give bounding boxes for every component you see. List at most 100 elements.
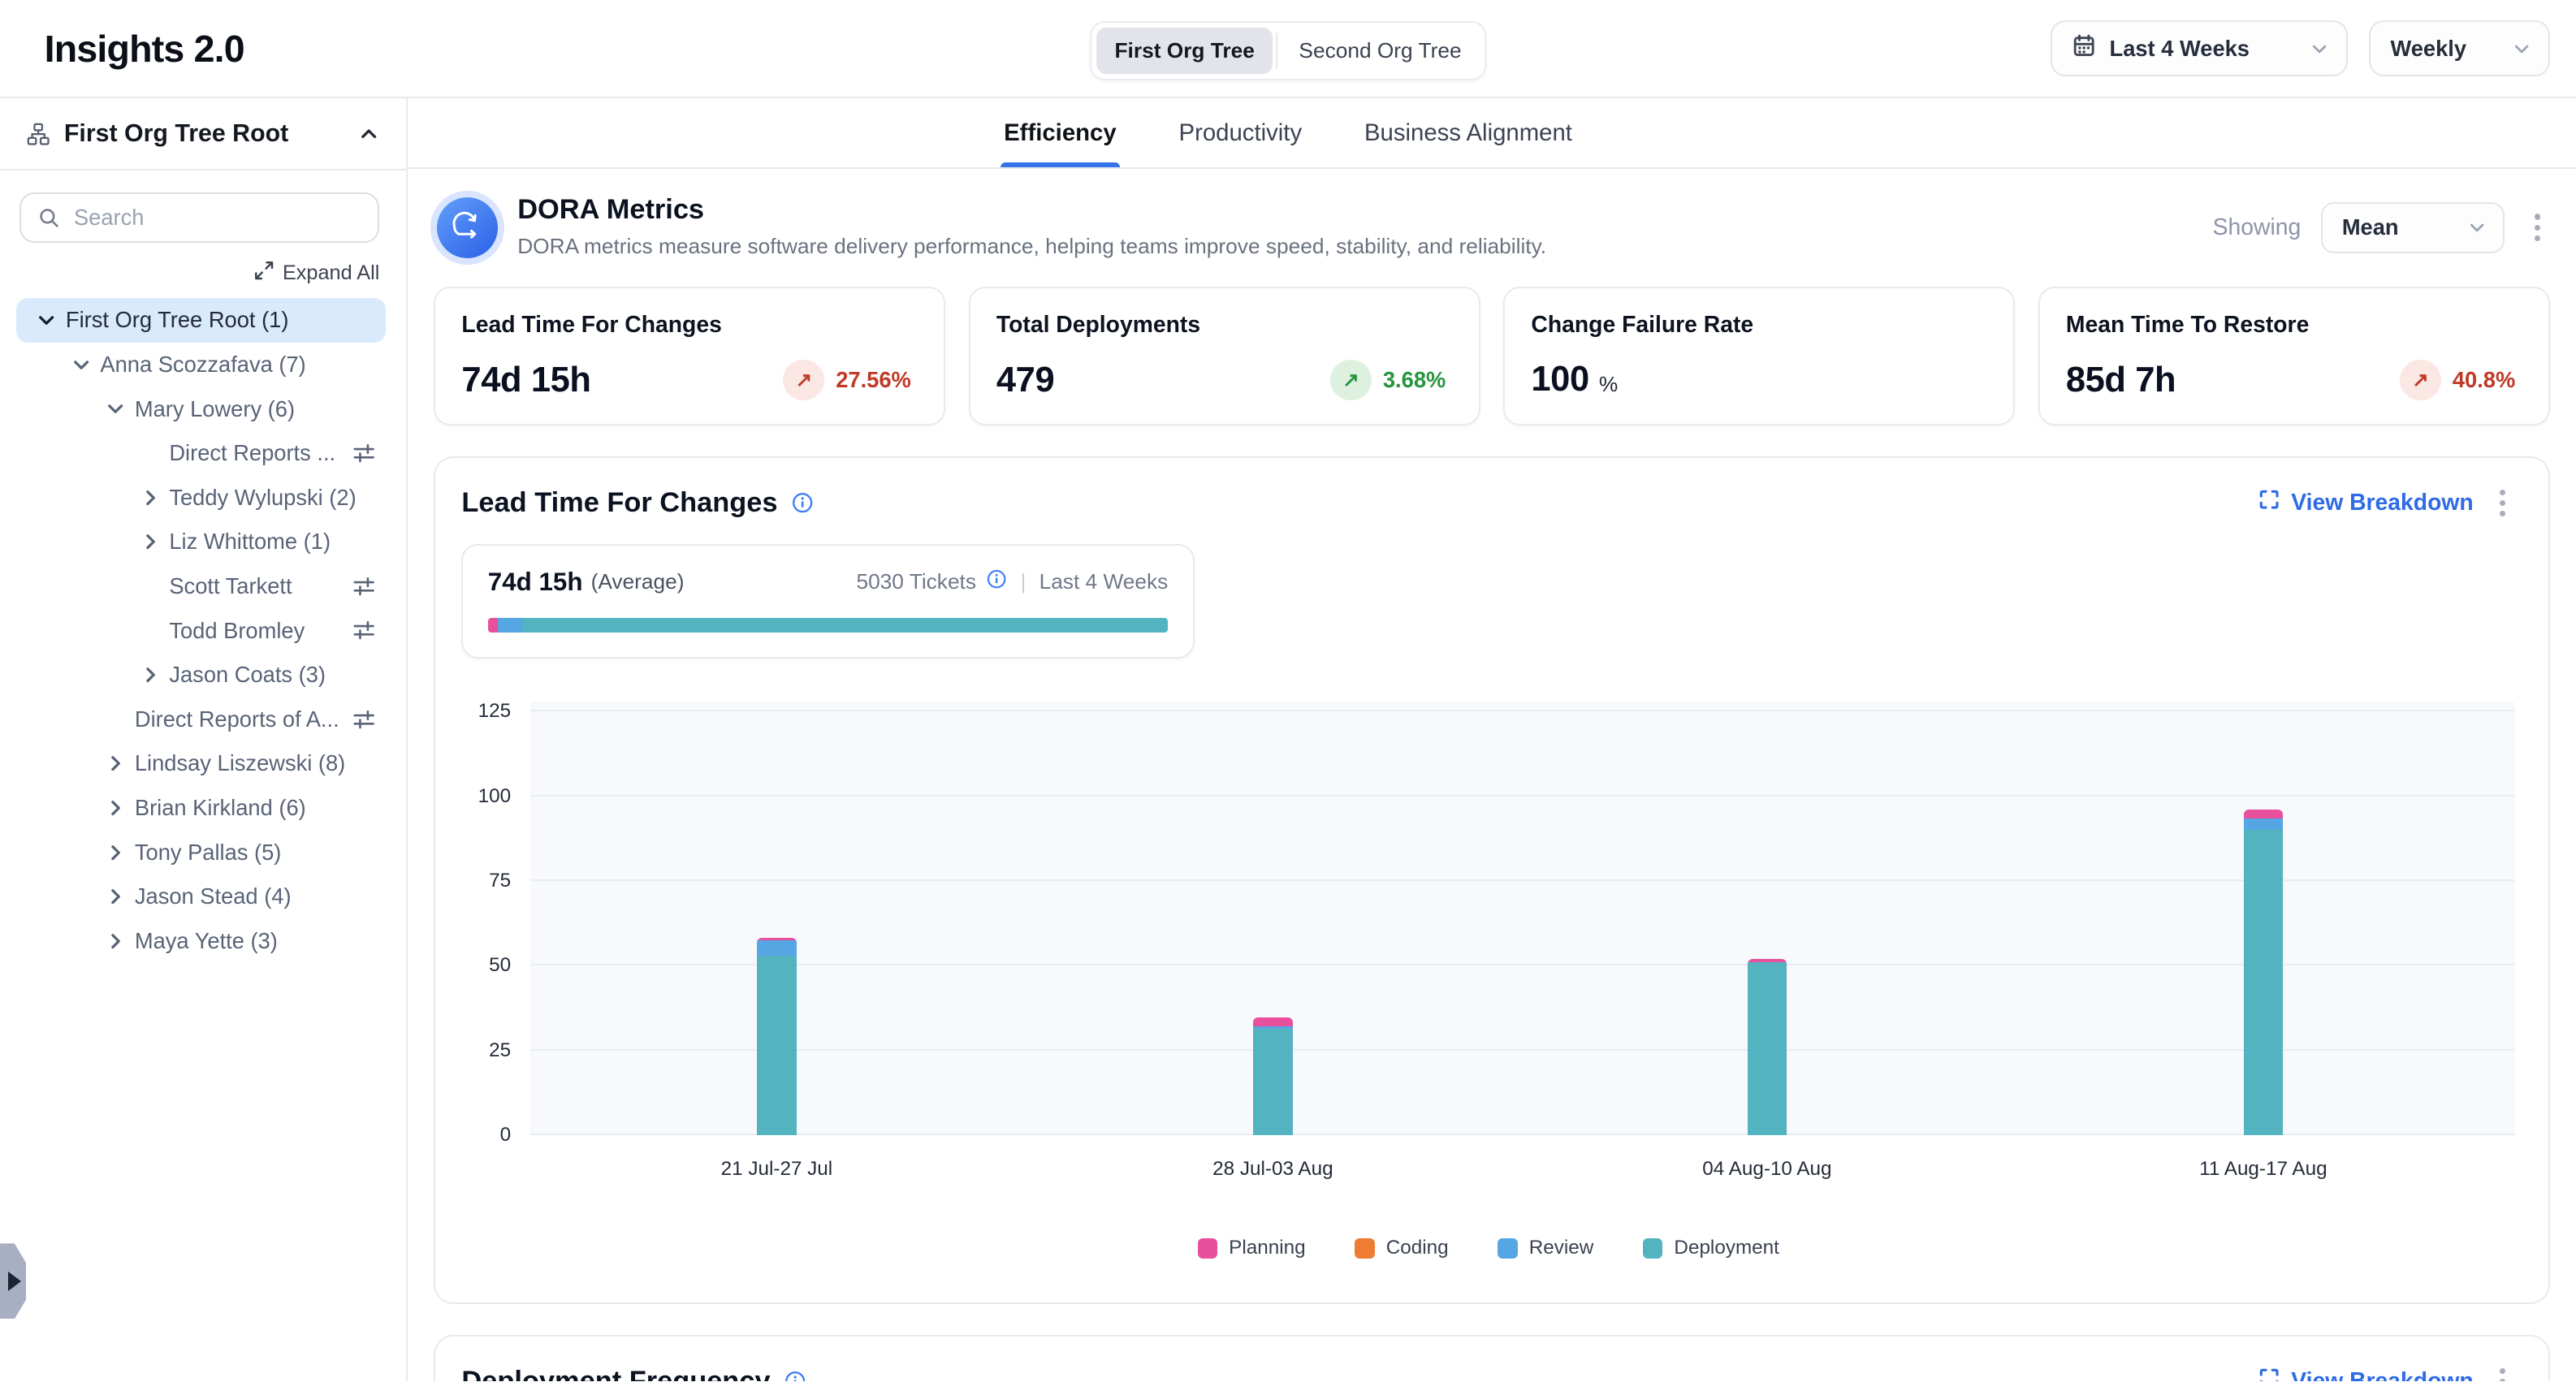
info-icon[interactable] — [784, 1370, 806, 1381]
chevron-right-icon[interactable] — [140, 531, 169, 552]
chevron-right-icon[interactable] — [140, 487, 169, 508]
progress-segment-deployment — [522, 618, 1168, 633]
org-toggle-first-org-tree[interactable]: First Org Tree — [1096, 28, 1273, 74]
caret-right-icon — [8, 1272, 21, 1291]
bar-21-jul-27-jul[interactable] — [757, 938, 797, 1135]
dora-metrics-header: DORA Metrics DORA metrics measure softwa… — [434, 194, 2550, 259]
bar-04-aug-10-aug[interactable] — [1748, 959, 1787, 1135]
bar-segment-deployment — [1748, 962, 1787, 1135]
dora-subtitle: DORA metrics measure software delivery p… — [517, 234, 1546, 259]
dora-controls: Showing Mean — [2213, 202, 2550, 253]
bar-segment-deployment — [757, 956, 797, 1135]
bar-11-aug-17-aug[interactable] — [2244, 810, 2284, 1135]
metric-value: 85d 7h — [2066, 361, 2176, 400]
chevron-down-icon[interactable] — [36, 309, 65, 330]
y-tick-label: 50 — [489, 954, 511, 977]
deployment-frequency-panel: Deployment Frequency View Breakdown — [434, 1335, 2550, 1381]
bar-segment-deployment — [2244, 830, 2284, 1135]
granularity-select[interactable]: Weekly — [2369, 20, 2550, 76]
tree-item-liz-whittome[interactable]: Liz Whittome (1) — [16, 520, 386, 564]
y-tick-label: 25 — [489, 1039, 511, 1062]
chevron-down-icon[interactable] — [71, 354, 100, 375]
lead-time-kebab-menu[interactable] — [2490, 482, 2515, 523]
metric-value: 100 — [1531, 360, 1588, 399]
tree-item-first-org-tree-root[interactable]: First Org Tree Root (1) — [16, 298, 386, 343]
metric-card-total-deployments: Total Deployments 479 ↗ 3.68% — [969, 287, 1480, 425]
tab-efficiency[interactable]: Efficiency — [1001, 98, 1120, 167]
tabs: Efficiency Productivity Business Alignment — [1001, 98, 1575, 167]
dora-kebab-menu[interactable] — [2524, 207, 2549, 248]
tree-item-tony-pallas[interactable]: Tony Pallas (5) — [16, 830, 386, 875]
bar-28-jul-03-aug[interactable] — [1253, 1017, 1293, 1135]
filter-icon[interactable] — [352, 574, 376, 598]
chevron-right-icon[interactable] — [105, 886, 134, 907]
legend-item-planning: Planning — [1198, 1237, 1306, 1259]
lead-time-chart: 0255075100125 — [461, 702, 2515, 1135]
tickets-count: 5030 Tickets — [856, 569, 976, 594]
tab-business-alignment[interactable]: Business Alignment — [1361, 98, 1575, 167]
chevron-right-icon[interactable] — [140, 664, 169, 685]
deployment-frequency-kebab-menu[interactable] — [2490, 1362, 2515, 1382]
view-breakdown-button[interactable]: View Breakdown — [2258, 1367, 2474, 1381]
legend-swatch — [1643, 1238, 1662, 1258]
x-tick-label: 11 Aug-17 Aug — [2199, 1158, 2327, 1181]
tree-item-scott-tarkett[interactable]: Scott Tarkett — [16, 564, 386, 609]
tree-item-direct-reports-of-a[interactable]: Direct Reports of A... — [16, 697, 386, 742]
tree-item-mary-lowery[interactable]: Mary Lowery (6) — [16, 387, 386, 431]
filter-icon[interactable] — [352, 707, 376, 732]
showing-select[interactable]: Mean — [2321, 202, 2505, 253]
metric-card-mean-time-to-restore: Mean Time To Restore 85d 7h ↗ 40.8% — [2038, 287, 2550, 425]
expand-all-button[interactable]: Expand All — [253, 260, 380, 287]
chevron-down-icon — [2310, 39, 2329, 58]
view-breakdown-button[interactable]: View Breakdown — [2258, 489, 2474, 516]
showing-value: Mean — [2342, 214, 2399, 240]
filter-icon[interactable] — [352, 441, 376, 465]
legend-swatch — [1498, 1238, 1517, 1258]
metric-card-change-failure-rate: Change Failure Rate 100 % — [1503, 287, 2015, 425]
expand-corners-icon — [2258, 489, 2280, 516]
chart-y-axis: 0255075100125 — [461, 702, 530, 1135]
x-tick-label: 28 Jul-03 Aug — [1212, 1158, 1333, 1181]
chart-legend: Planning Coding Review Deployment — [461, 1237, 2515, 1259]
phase-progress-bar — [488, 618, 1169, 633]
tree-item-jason-stead[interactable]: Jason Stead (4) — [16, 875, 386, 919]
x-tick-label: 21 Jul-27 Jul — [721, 1158, 833, 1181]
org-tree: First Org Tree Root (1) Anna Scozzafava … — [0, 298, 406, 963]
org-toggle-second-org-tree[interactable]: Second Org Tree — [1281, 28, 1480, 74]
chevron-right-icon[interactable] — [105, 931, 134, 952]
chevron-right-icon[interactable] — [105, 753, 134, 774]
info-icon[interactable] — [986, 568, 1007, 595]
tab-productivity[interactable]: Productivity — [1175, 98, 1305, 167]
org-chart-icon — [26, 122, 50, 146]
chevron-right-icon[interactable] — [105, 797, 134, 818]
lead-time-title: Lead Time For Changes — [461, 487, 777, 519]
tree-item-lindsay-liszewski[interactable]: Lindsay Liszewski (8) — [16, 741, 386, 786]
lead-time-summary-card: 74d 15h (Average) 5030 Tickets | Last 4 … — [461, 544, 1194, 659]
sidebar-title: First Org Tree Root — [64, 120, 288, 148]
chevron-down-icon — [2467, 218, 2487, 237]
tree-item-anna-scozzafava[interactable]: Anna Scozzafava (7) — [16, 343, 386, 387]
filter-icon[interactable] — [352, 618, 376, 642]
info-icon[interactable] — [791, 491, 814, 514]
trend-badge: ↗ 3.68% — [1330, 360, 1446, 401]
trend-up-arrow-icon: ↗ — [1342, 368, 1359, 392]
tree-item-direct-reports[interactable]: Direct Reports ... — [16, 431, 386, 476]
chart-x-axis: 21 Jul-27 Jul28 Jul-03 Aug04 Aug-10 Aug1… — [530, 1158, 2515, 1190]
y-tick-label: 0 — [500, 1124, 512, 1147]
trend-badge: ↗ 27.56% — [783, 360, 910, 401]
chevron-right-icon[interactable] — [105, 842, 134, 863]
search-input[interactable] — [74, 205, 361, 231]
tree-item-maya-yette[interactable]: Maya Yette (3) — [16, 919, 386, 964]
date-range-select[interactable]: Last 4 Weeks — [2051, 20, 2348, 76]
app-root: Insights 2.0 First Org TreeSecond Org Tr… — [0, 0, 2576, 1381]
chevron-down-icon[interactable] — [105, 398, 134, 419]
sidebar: First Org Tree Root Expand All First Org… — [0, 98, 408, 1381]
lead-time-panel: Lead Time For Changes View Breakdown 74d… — [434, 456, 2550, 1304]
tree-item-brian-kirkland[interactable]: Brian Kirkland (6) — [16, 786, 386, 831]
date-range-value: Last 4 Weeks — [2110, 36, 2250, 62]
tree-item-teddy-wylupski[interactable]: Teddy Wylupski (2) — [16, 475, 386, 520]
tree-item-jason-coats[interactable]: Jason Coats (3) — [16, 653, 386, 697]
search-box — [19, 192, 379, 244]
sidebar-collapse-button[interactable] — [358, 123, 379, 145]
tree-item-todd-bromley[interactable]: Todd Bromley — [16, 608, 386, 653]
